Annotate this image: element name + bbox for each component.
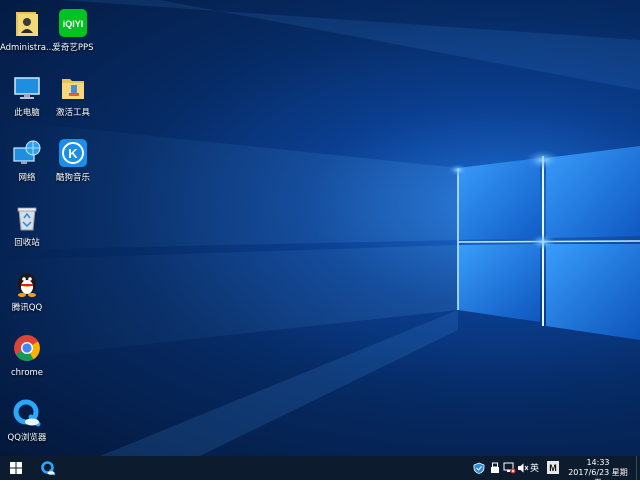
user-folder-icon — [10, 6, 44, 40]
desktop-icon-qq-browser[interactable]: QQ浏览器 — [0, 394, 54, 452]
iqiyi-icon: iQIYI — [56, 6, 90, 40]
desktop-icon-label: chrome — [10, 368, 44, 378]
usb-device-icon — [491, 462, 499, 473]
qq-browser-icon — [41, 461, 56, 476]
desktop-icon-label: 此电脑 — [14, 108, 40, 118]
shield-icon — [473, 462, 485, 474]
desktop-icon-label: 激活工具 — [55, 108, 90, 118]
desktop-icon-label: 酷狗音乐 — [55, 173, 90, 183]
show-desktop-button[interactable] — [636, 456, 640, 480]
network-disconnected-icon — [503, 462, 515, 474]
desktop[interactable]: Administra... 此电脑 网络 回收站 腾讯QQ chrome QQ浏… — [0, 0, 640, 456]
desktop-icon-label: 腾讯QQ — [11, 303, 43, 313]
input-language-indicator[interactable]: 英 — [530, 461, 539, 474]
qq-browser-taskbar-button[interactable] — [34, 456, 62, 480]
taskbar: 英 M 14:33 2017/6/23 星期五 — [0, 456, 640, 487]
svg-text:iQIYI: iQIYI — [63, 19, 84, 29]
desktop-icon-iqiyi[interactable]: iQIYI 爱奇艺PPS — [46, 4, 100, 62]
windows-start-icon — [10, 462, 22, 474]
usb-tray[interactable] — [488, 460, 502, 476]
recycle-bin-icon — [10, 201, 44, 235]
qq-browser-icon — [10, 396, 44, 430]
desktop-icon-chrome[interactable]: chrome — [0, 329, 54, 387]
desktop-icon-activation-tool[interactable]: 激活工具 — [46, 69, 100, 127]
desktop-icon-label: QQ浏览器 — [7, 433, 47, 443]
kugou-icon: K — [56, 136, 90, 170]
computer-icon — [10, 71, 44, 105]
svg-text:K: K — [68, 146, 78, 161]
security-shield-tray[interactable] — [472, 460, 486, 476]
volume-tray[interactable] — [516, 460, 530, 476]
ime-mode-indicator[interactable]: M — [547, 461, 559, 474]
desktop-icon-label: 爱奇艺PPS — [52, 43, 94, 53]
activation-tool-icon — [56, 71, 90, 105]
desktop-icon-qq[interactable]: 腾讯QQ — [0, 264, 54, 322]
start-button[interactable] — [0, 456, 32, 480]
qq-icon — [10, 266, 44, 300]
chrome-icon — [10, 331, 44, 365]
desktop-icon-label: 回收站 — [14, 238, 40, 248]
clock-date: 2017/6/23 星期五 — [568, 468, 628, 487]
network-icon — [10, 136, 44, 170]
network-tray[interactable] — [502, 460, 516, 476]
desktop-icon-kugou[interactable]: K 酷狗音乐 — [46, 134, 100, 192]
clock-time: 14:33 — [586, 458, 610, 467]
speaker-muted-icon — [518, 463, 529, 473]
taskbar-clock[interactable]: 14:33 2017/6/23 星期五 — [566, 458, 630, 488]
desktop-icon-recycle-bin[interactable]: 回收站 — [0, 199, 54, 257]
desktop-icon-label: 网络 — [18, 173, 36, 183]
